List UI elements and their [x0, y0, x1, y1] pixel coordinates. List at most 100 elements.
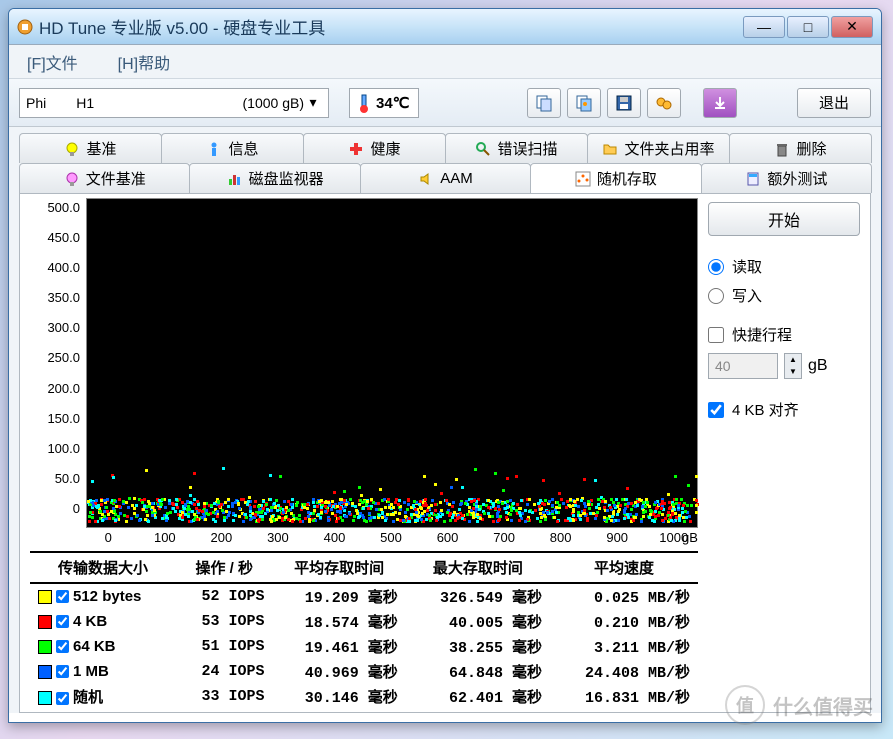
y-tick: 50.0	[55, 471, 80, 486]
row-checkbox[interactable]	[56, 640, 69, 653]
header-avg: 平均存取时间	[273, 552, 406, 583]
tab-error-scan[interactable]: 错误扫描	[445, 133, 588, 163]
folder-icon	[602, 141, 618, 157]
table-row: 512 bytes52 IOPS19.209 毫秒326.549 毫秒0.025…	[30, 583, 698, 609]
quick-route-row[interactable]: 快捷行程	[708, 324, 860, 345]
y-axis: 500.0450.0400.0350.0300.0250.0200.0150.0…	[30, 198, 86, 528]
titlebar: HD Tune 专业版 v5.00 - 硬盘专业工具 — □ ✕	[9, 9, 881, 45]
row-max: 64.848 毫秒	[406, 659, 550, 684]
row-avg: 19.209 毫秒	[273, 583, 406, 609]
gb-input	[708, 353, 778, 379]
tab-delete[interactable]: 删除	[729, 133, 872, 163]
row-speed: 16.831 MB/秒	[550, 684, 698, 709]
tab-health[interactable]: 健康	[303, 133, 446, 163]
drive-size: (1000 gB)	[243, 95, 304, 111]
drive-name: Phi	[26, 95, 46, 111]
color-swatch	[38, 590, 52, 604]
start-button[interactable]: 开始	[708, 202, 860, 236]
maximize-button[interactable]: □	[787, 16, 829, 38]
color-swatch	[38, 691, 52, 705]
row-checkbox[interactable]	[56, 615, 69, 628]
y-tick: 150.0	[47, 411, 80, 426]
chart-box: 500.0450.0400.0350.0300.0250.0200.0150.0…	[30, 198, 698, 528]
row-checkbox[interactable]	[56, 665, 69, 678]
watermark-icon: 值	[725, 685, 765, 725]
calculator-icon	[745, 171, 761, 187]
thermometer-icon	[358, 93, 370, 113]
menu-help[interactable]: [H]帮助	[112, 46, 176, 78]
copy-image-icon	[575, 94, 593, 112]
read-radio-row[interactable]: 读取	[708, 256, 860, 277]
close-button[interactable]: ✕	[831, 16, 873, 38]
tab-info[interactable]: 信息	[161, 133, 304, 163]
row-iops: 52 IOPS	[176, 583, 273, 609]
cross-icon	[348, 141, 364, 157]
row-size: 随机	[73, 689, 103, 706]
tab-disk-monitor[interactable]: 磁盘监视器	[189, 163, 360, 193]
chart-canvas	[86, 198, 698, 528]
y-tick: 450.0	[47, 230, 80, 245]
app-window: HD Tune 专业版 v5.00 - 硬盘专业工具 — □ ✕ [F]文件 […	[8, 8, 882, 723]
save-button[interactable]	[607, 88, 641, 118]
toolbar: Phi H1 (1000 gB) ▾ 34℃ 退出	[9, 79, 881, 127]
row-iops: 51 IOPS	[176, 634, 273, 659]
tab-file-benchmark[interactable]: 文件基准	[19, 163, 190, 193]
info-icon	[206, 141, 222, 157]
x-tick: 300	[250, 530, 307, 545]
menu-file[interactable]: [F]文件	[21, 46, 84, 78]
row-max: 62.401 毫秒	[406, 684, 550, 709]
row-avg: 40.969 毫秒	[273, 659, 406, 684]
align-4kb-checkbox[interactable]	[708, 402, 724, 418]
trash-icon	[774, 141, 790, 157]
row-speed: 24.408 MB/秒	[550, 659, 698, 684]
tab-random-access[interactable]: 随机存取	[530, 163, 701, 193]
row-max: 38.255 毫秒	[406, 634, 550, 659]
tab-folder-usage[interactable]: 文件夹占用率	[587, 133, 730, 163]
chevron-down-icon[interactable]: ▾	[304, 94, 322, 111]
tab-extra-tests[interactable]: 额外测试	[701, 163, 872, 193]
exit-button[interactable]: 退出	[797, 88, 871, 118]
watermark: 值 什么值得买	[725, 685, 873, 725]
gb-spinner[interactable]: ▲▼	[784, 353, 802, 379]
watermark-text: 什么值得买	[773, 691, 873, 720]
copy-text-button[interactable]	[527, 88, 561, 118]
row-checkbox[interactable]	[56, 590, 69, 603]
x-unit: gB	[682, 530, 698, 545]
write-radio[interactable]	[708, 288, 724, 304]
download-button[interactable]	[703, 88, 737, 118]
gb-unit: gB	[808, 357, 828, 375]
row-speed: 0.210 MB/秒	[550, 609, 698, 634]
spinner-down-icon[interactable]: ▼	[785, 366, 801, 378]
row-size: 4 KB	[73, 613, 107, 630]
file-bulb-icon	[64, 171, 80, 187]
row-iops: 33 IOPS	[176, 684, 273, 709]
tab-benchmark[interactable]: 基准	[19, 133, 162, 163]
copy-screenshot-button[interactable]	[567, 88, 601, 118]
quick-route-checkbox[interactable]	[708, 327, 724, 343]
y-tick: 200.0	[47, 381, 80, 396]
x-tick: 500	[363, 530, 420, 545]
results-table: 传输数据大小 操作 / 秒 平均存取时间 最大存取时间 平均速度 512 byt…	[30, 551, 698, 709]
row-avg: 18.574 毫秒	[273, 609, 406, 634]
minimize-button[interactable]: —	[743, 16, 785, 38]
color-swatch	[38, 640, 52, 654]
floppy-icon	[615, 94, 633, 112]
row-speed: 0.025 MB/秒	[550, 583, 698, 609]
x-tick: 700	[476, 530, 533, 545]
color-swatch	[38, 615, 52, 629]
write-radio-row[interactable]: 写入	[708, 285, 860, 306]
tab-aam[interactable]: AAM	[360, 163, 531, 193]
read-radio[interactable]	[708, 259, 724, 275]
drive-select[interactable]: Phi H1 (1000 gB) ▾	[19, 88, 329, 118]
row-checkbox[interactable]	[56, 692, 69, 705]
row-iops: 24 IOPS	[176, 659, 273, 684]
window-title: HD Tune 专业版 v5.00 - 硬盘专业工具	[39, 14, 743, 39]
copy-text-icon	[535, 94, 553, 112]
magnifier-icon	[475, 141, 491, 157]
spinner-up-icon[interactable]: ▲	[785, 354, 801, 366]
align-4kb-row[interactable]: 4 KB 对齐	[708, 399, 860, 420]
content-panel: 毫秒 500.0450.0400.0350.0300.0250.0200.015…	[19, 193, 871, 713]
row-max: 326.549 毫秒	[406, 583, 550, 609]
options-button[interactable]	[647, 88, 681, 118]
temperature-display: 34℃	[349, 88, 419, 118]
